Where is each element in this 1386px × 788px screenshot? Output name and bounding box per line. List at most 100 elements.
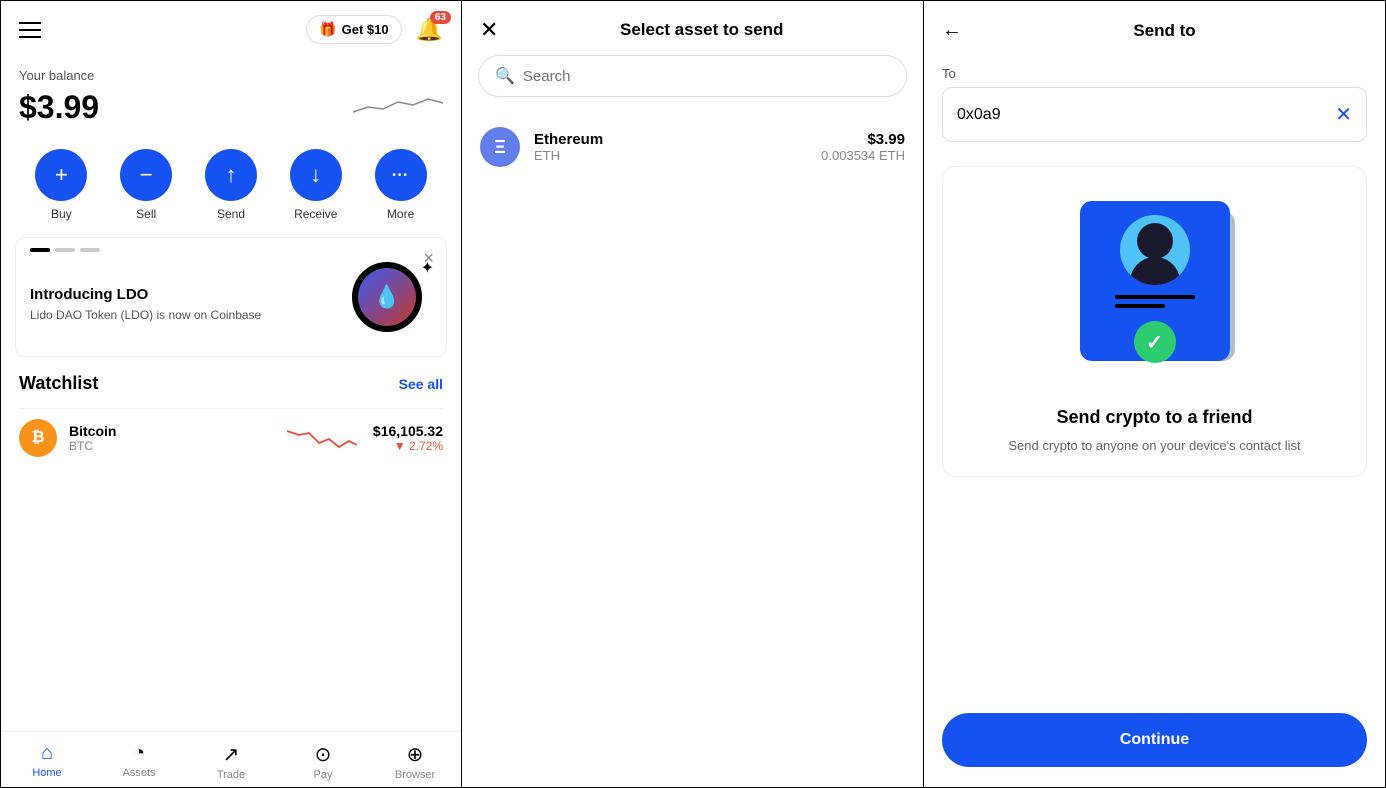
action-buttons: + Buy − Sell ↑ Send ↓ Receive ••• More [1, 141, 461, 237]
promo-description: Lido DAO Token (LDO) is now on Coinbase [30, 307, 261, 324]
menu-button[interactable] [19, 22, 41, 38]
promo-dot-1 [30, 248, 50, 252]
balance-section: Your balance $3.99 [1, 58, 461, 141]
header-right: 🎁 Get $10 🔔 63 [306, 15, 443, 44]
bottom-nav: ⌂ Home ◔ Assets ↗ Trade ⊙ Pay ⊕ Browser [1, 731, 461, 787]
avatar-head [1137, 223, 1173, 259]
gift-icon: 🎁 [319, 21, 336, 38]
nav-trade[interactable]: ↗ Trade [185, 732, 277, 787]
continue-button-row: Continue [924, 699, 1385, 787]
trade-icon: ↗ [223, 742, 240, 767]
nav-home-label: Home [32, 767, 61, 779]
ldo-inner: 💧 [358, 268, 416, 326]
nav-browser-label: Browser [395, 769, 435, 781]
receive-label: Receive [294, 207, 337, 221]
bitcoin-icon: ₿ [19, 419, 57, 457]
card-lines [1115, 295, 1195, 308]
home-icon: ⌂ [41, 742, 53, 765]
promo-dots [30, 248, 100, 252]
notification-badge: 63 [430, 11, 451, 24]
close-button[interactable]: ✕ [480, 19, 498, 41]
get-money-label: Get $10 [342, 22, 389, 37]
send-icon: ↑ [205, 149, 257, 201]
promo-title: Introducing LDO [30, 286, 261, 303]
ldo-circle: 💧 [352, 262, 422, 332]
more-button[interactable]: ••• More [375, 149, 427, 221]
browser-icon: ⊕ [407, 742, 424, 767]
assets-icon: ◔ [133, 742, 145, 765]
nav-home[interactable]: ⌂ Home [1, 732, 93, 787]
sell-label: Sell [136, 207, 156, 221]
friend-description: Send crypto to anyone on your device's c… [1008, 436, 1300, 456]
ethereum-price: $3.99 [821, 131, 905, 148]
ethereum-asset-item[interactable]: Ξ Ethereum ETH $3.99 0.003534 ETH [462, 113, 923, 181]
bitcoin-chart [287, 421, 357, 456]
nav-assets[interactable]: ◔ Assets [93, 732, 185, 787]
watchlist-header: Watchlist See all [19, 373, 443, 394]
promo-banner: × Introducing LDO Lido DAO Token (LDO) i… [15, 237, 447, 357]
send-label: Send [217, 207, 245, 221]
left-header: 🎁 Get $10 🔔 63 [1, 1, 461, 58]
eth-symbol-text: Ξ [494, 137, 506, 158]
ethereum-amount: 0.003534 ETH [821, 148, 905, 163]
ldo-drop-icon: 💧 [373, 284, 400, 310]
buy-button[interactable]: + Buy [35, 149, 87, 221]
avatar-body [1130, 257, 1180, 285]
nav-browser[interactable]: ⊕ Browser [369, 732, 461, 787]
send-button[interactable]: ↑ Send [205, 149, 257, 221]
clear-address-button[interactable]: ✕ [1335, 102, 1352, 127]
right-header: ← Send to [924, 1, 1385, 56]
friend-illustration: ✓ [1055, 191, 1255, 391]
ldo-logo: 💧 ✦ [352, 262, 432, 342]
middle-panel: ✕ Select asset to send 🔍 Ξ Ethereum ETH … [462, 0, 924, 788]
pay-icon: ⊙ [315, 742, 332, 767]
right-panel-title: Send to [962, 21, 1367, 41]
bitcoin-price: $16,105.32 [373, 423, 443, 439]
bitcoin-name: Bitcoin [69, 423, 271, 439]
bitcoin-change: ▼ 2.72% [373, 439, 443, 453]
send-to-section: To 0x0a9 ✕ [924, 56, 1385, 152]
notification-button[interactable]: 🔔 63 [416, 17, 443, 43]
ethereum-symbol: ETH [534, 148, 821, 163]
nav-pay-label: Pay [314, 769, 333, 781]
ethereum-info: Ethereum ETH [534, 131, 821, 163]
promo-dot-2 [55, 248, 75, 252]
watchlist-item[interactable]: ₿ Bitcoin BTC $16,105.32 ▼ 2.72% [19, 408, 443, 467]
buy-icon: + [35, 149, 87, 201]
sell-icon: − [120, 149, 172, 201]
left-panel: 🎁 Get $10 🔔 63 Your balance $3.99 + Buy … [0, 0, 462, 788]
ethereum-value: $3.99 0.003534 ETH [821, 131, 905, 163]
more-icon: ••• [375, 149, 427, 201]
promo-text: Introducing LDO Lido DAO Token (LDO) is … [30, 286, 261, 324]
watchlist-title: Watchlist [19, 373, 98, 394]
more-label: More [387, 207, 414, 221]
nav-pay[interactable]: ⊙ Pay [277, 732, 369, 787]
address-value: 0x0a9 [957, 106, 1335, 124]
middle-panel-title: Select asset to send [498, 20, 905, 40]
bitcoin-info: Bitcoin BTC [69, 423, 271, 453]
star-icon: ✦ [421, 258, 434, 278]
get-money-button[interactable]: 🎁 Get $10 [306, 15, 401, 44]
search-input[interactable] [523, 68, 890, 85]
bitcoin-symbol: BTC [69, 439, 271, 453]
balance-row: $3.99 [19, 87, 443, 127]
ethereum-name: Ethereum [534, 131, 821, 148]
see-all-link[interactable]: See all [399, 376, 443, 392]
check-badge: ✓ [1134, 321, 1176, 363]
continue-button[interactable]: Continue [942, 713, 1367, 767]
send-friend-card: ✓ Send crypto to a friend Send crypto to… [942, 166, 1367, 477]
sell-button[interactable]: − Sell [120, 149, 172, 221]
middle-header: ✕ Select asset to send [462, 1, 923, 55]
receive-icon: ↓ [290, 149, 342, 201]
avatar-circle [1120, 215, 1190, 285]
friend-title: Send crypto to a friend [1056, 407, 1252, 428]
right-panel: ← Send to To 0x0a9 ✕ [924, 0, 1386, 788]
buy-label: Buy [51, 207, 72, 221]
watchlist-section: Watchlist See all ₿ Bitcoin BTC $16,105.… [1, 357, 461, 467]
balance-label: Your balance [19, 68, 443, 83]
nav-trade-label: Trade [217, 769, 245, 781]
bitcoin-price-info: $16,105.32 ▼ 2.72% [373, 423, 443, 453]
receive-button[interactable]: ↓ Receive [290, 149, 342, 221]
nav-assets-label: Assets [122, 767, 155, 779]
back-button[interactable]: ← [942, 19, 962, 42]
